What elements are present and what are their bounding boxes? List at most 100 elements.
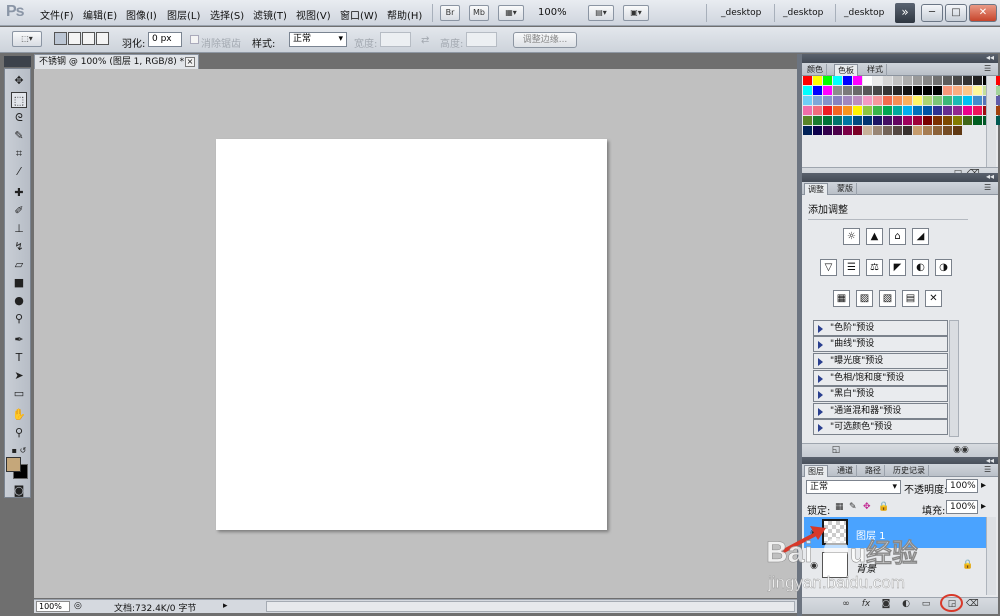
tab-paths[interactable]: 路径 (862, 465, 885, 477)
tab-swatches[interactable]: 色板 (834, 64, 858, 76)
link-layers-icon[interactable]: ∞ (840, 599, 852, 610)
swatch[interactable] (903, 96, 912, 105)
swatch[interactable] (803, 126, 812, 135)
lock-image-icon[interactable]: ✎ (849, 502, 857, 512)
swatch[interactable] (803, 106, 812, 115)
swatch[interactable] (903, 116, 912, 125)
workspace-expander-button[interactable]: » (895, 3, 915, 23)
swatch[interactable] (963, 116, 972, 125)
dodge-tool-icon[interactable]: ⚲ (11, 311, 27, 327)
quick-mask-icon[interactable]: ◙ (11, 483, 27, 499)
preset-black-white[interactable]: "黑白"预设 (813, 386, 948, 402)
swatch[interactable] (863, 86, 872, 95)
status-menu-arrow[interactable]: ▸ (223, 601, 228, 611)
swatch[interactable] (893, 106, 902, 115)
swatch[interactable] (913, 86, 922, 95)
preset-exposure[interactable]: "曝光度"预设 (813, 353, 948, 369)
swatch[interactable] (863, 126, 872, 135)
swatch[interactable] (903, 76, 912, 85)
layer-row[interactable]: ◉ 背景 🔒 (804, 550, 994, 581)
eraser-tool-icon[interactable]: ▱ (11, 257, 27, 273)
swatch[interactable] (863, 96, 872, 105)
tab-styles[interactable]: 样式 (864, 64, 887, 76)
crop-tool-icon[interactable]: ⌗ (11, 146, 27, 162)
black-white-icon[interactable]: ◤ (889, 259, 906, 276)
swatch[interactable] (933, 76, 942, 85)
panel-menu-icon[interactable]: ☰ (984, 65, 994, 73)
swatch[interactable] (873, 106, 882, 115)
horizontal-scrollbar[interactable] (266, 601, 795, 612)
menu-help[interactable]: 帮助(H) (387, 7, 422, 22)
canvas[interactable] (216, 139, 607, 530)
tab-channels[interactable]: 通道 (834, 465, 857, 477)
swatch[interactable] (933, 116, 942, 125)
swatch[interactable] (813, 76, 822, 85)
hand-tool-icon[interactable]: ✋ (11, 407, 27, 423)
swatch[interactable] (853, 86, 862, 95)
history-brush-tool-icon[interactable]: ↯ (11, 239, 27, 255)
vibrance-icon[interactable]: ▽ (820, 259, 837, 276)
delete-layer-icon[interactable]: ⌫ (966, 599, 979, 610)
swatch[interactable] (883, 96, 892, 105)
swatch[interactable] (923, 86, 932, 95)
fill-slider-arrow[interactable]: ▸ (981, 501, 986, 512)
workspace-1[interactable]: _desktop (721, 8, 761, 18)
swatch[interactable] (943, 116, 952, 125)
invert-icon[interactable]: ▦ (833, 290, 850, 307)
swatch[interactable] (903, 86, 912, 95)
swatch[interactable] (973, 116, 982, 125)
new-selection-icon[interactable] (54, 32, 67, 45)
swatch[interactable] (823, 96, 832, 105)
swatch[interactable] (933, 106, 942, 115)
swatch[interactable] (843, 116, 852, 125)
menu-select[interactable]: 选择(S) (210, 7, 244, 22)
swatch[interactable] (813, 126, 822, 135)
healing-brush-tool-icon[interactable]: ✚ (11, 185, 27, 201)
swatch[interactable] (833, 126, 842, 135)
workspace-2[interactable]: _desktop (783, 8, 823, 18)
swatch[interactable] (953, 126, 962, 135)
swatch[interactable] (973, 76, 982, 85)
layer-name[interactable]: 背景 (856, 560, 876, 575)
swap-icon[interactable]: ⇄ (421, 35, 429, 46)
swatch[interactable] (863, 106, 872, 115)
swatch[interactable] (943, 86, 952, 95)
swatch[interactable] (843, 86, 852, 95)
swatch[interactable] (943, 96, 952, 105)
swatches-scrollbar[interactable] (986, 76, 996, 167)
swatch[interactable] (923, 116, 932, 125)
swatch[interactable] (813, 86, 822, 95)
layer-name[interactable]: 图层 1 (856, 527, 886, 542)
swatch[interactable] (913, 116, 922, 125)
brightness-contrast-icon[interactable]: ☼ (843, 228, 860, 245)
view-extras-button[interactable]: ▦▾ (498, 5, 524, 21)
close-button[interactable]: ✕ (969, 4, 997, 22)
channel-mixer-icon[interactable]: ◑ (935, 259, 952, 276)
swatch[interactable] (803, 76, 812, 85)
panel-menu-icon[interactable]: ☰ (984, 184, 994, 192)
swatch[interactable] (803, 86, 812, 95)
menu-file[interactable]: 文件(F) (40, 7, 74, 22)
tool-preset-picker[interactable]: ⬚▾ (12, 31, 42, 47)
feather-input[interactable]: 0 px (148, 32, 182, 47)
swatch[interactable] (893, 116, 902, 125)
lock-transparency-icon[interactable]: ▦ (835, 502, 844, 512)
status-icon[interactable]: ◎ (74, 601, 82, 611)
workspace-3[interactable]: _desktop (844, 8, 884, 18)
presets-scrollbar[interactable] (949, 320, 959, 437)
blend-mode-select[interactable]: 正常 ▾ (806, 480, 901, 494)
swatch[interactable] (913, 96, 922, 105)
swatch[interactable] (923, 106, 932, 115)
swatch[interactable] (873, 86, 882, 95)
swatch[interactable] (893, 76, 902, 85)
photo-filter-icon[interactable]: ◐ (912, 259, 929, 276)
selective-color-icon[interactable]: ✕ (925, 290, 942, 307)
swatch[interactable] (933, 96, 942, 105)
lock-position-icon[interactable]: ✥ (863, 502, 871, 512)
pen-tool-icon[interactable]: ✒ (11, 332, 27, 348)
minibridge-button[interactable]: Mb (469, 5, 489, 21)
menu-window[interactable]: 窗口(W) (340, 7, 378, 22)
visibility-toggle-icon[interactable]: ◉◉ (952, 445, 970, 456)
swatch[interactable] (913, 106, 922, 115)
quick-select-tool-icon[interactable]: ✎ (11, 128, 27, 144)
